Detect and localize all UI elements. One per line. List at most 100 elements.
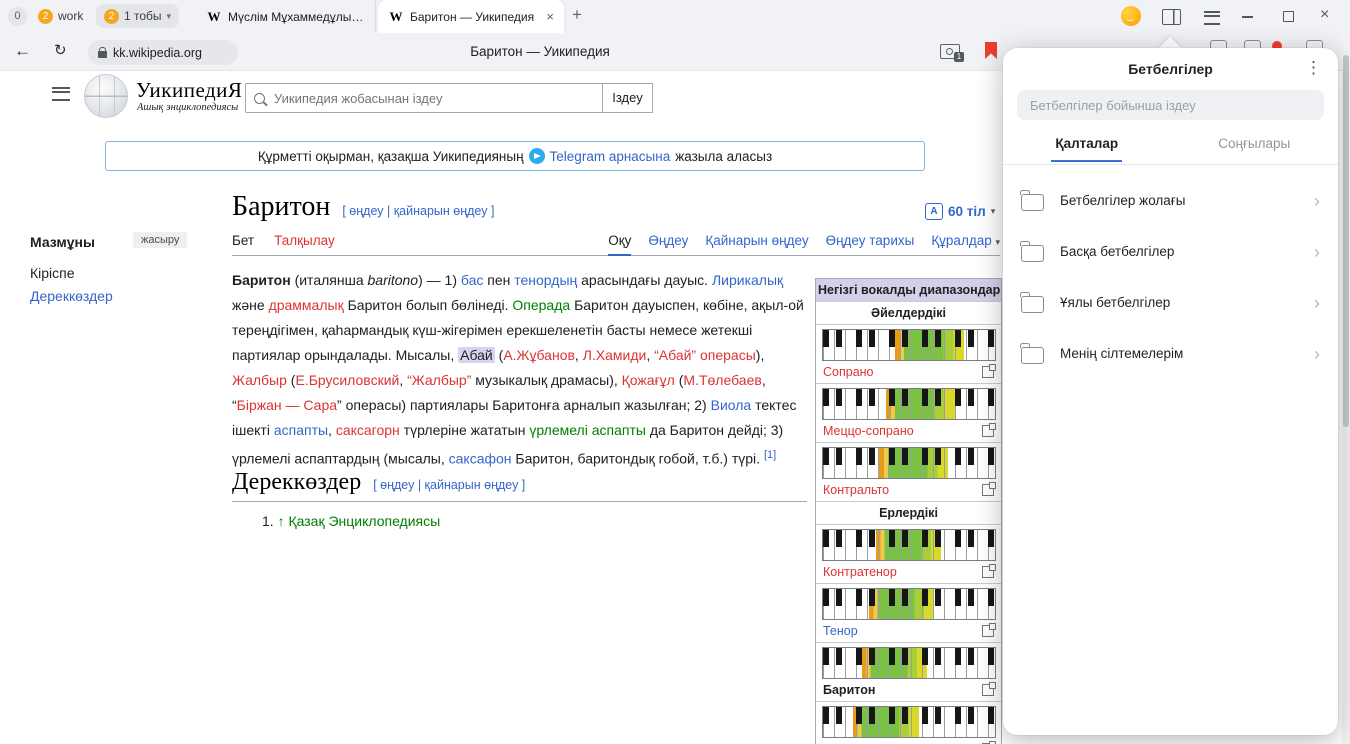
article-tab-бет[interactable]: Бет (232, 230, 254, 252)
voice-link[interactable]: Меццо-сопрано (823, 424, 914, 438)
section-edit-links[interactable]: [ өңдеу | қайнарын өңдеу ] (373, 478, 525, 492)
wiki-link[interactable]: М.Төлебаев (683, 372, 761, 388)
folder-row[interactable]: Менің сілтемелерім› (1003, 328, 1338, 379)
wiki-link[interactable]: [1] (764, 449, 776, 461)
enlarge-icon[interactable] (982, 566, 994, 578)
tab-group-zero[interactable]: 0 (8, 7, 27, 26)
piano-range-image[interactable] (822, 447, 996, 479)
reference-link[interactable]: Қазақ Энциклопедиясы (288, 513, 440, 529)
side-panels-icon[interactable] (1162, 9, 1181, 25)
wiki-link[interactable]: Жалбыр (232, 372, 287, 388)
black-keys (823, 530, 995, 547)
language-selector-button[interactable]: A 60 тіл ▾ (925, 203, 995, 220)
article-tab-өңдеу-тарихы[interactable]: Өңдеу тарихы (826, 230, 915, 256)
wiki-link[interactable]: Е.Брусиловский (295, 372, 399, 388)
enlarge-icon[interactable] (982, 425, 994, 437)
reload-icon[interactable]: ↻ (54, 41, 67, 59)
piano-range-image[interactable] (822, 647, 996, 679)
banner-text: Құрметті оқырман, қазақша Уикипедияның (258, 149, 524, 164)
piano-range-image[interactable] (822, 529, 996, 561)
window-maximize-button[interactable] (1283, 11, 1294, 22)
screenshot-icon[interactable]: 1 (940, 44, 960, 59)
wiki-link[interactable]: тенордың (514, 272, 577, 288)
tab-muslim[interactable]: W Мүслім Мұхаммедұлы Ма (196, 0, 376, 33)
window-minimize-button[interactable] (1242, 16, 1253, 18)
text-run: , (399, 372, 407, 388)
folder-row[interactable]: Басқа бетбелгілер› (1003, 226, 1338, 277)
toc-hide-button[interactable]: жасыру (133, 232, 187, 248)
wiki-link[interactable]: “Абай” операсы (654, 347, 756, 363)
wiki-link[interactable]: саксагорн (336, 422, 400, 438)
back-icon[interactable]: ← (14, 41, 31, 61)
wiki-link[interactable]: үрлемелі аспапты (529, 422, 646, 438)
piano-range-image[interactable] (822, 388, 996, 420)
wiki-link[interactable]: Лирикалық (712, 272, 783, 288)
toc-item-references[interactable]: Дереккөздер (30, 288, 113, 304)
piano-range-image[interactable] (822, 329, 996, 361)
voice-link[interactable]: Контратенор (823, 565, 897, 579)
voice-link[interactable]: Контральто (823, 483, 889, 497)
wiki-search-input[interactable] (272, 90, 594, 107)
wiki-link[interactable]: бас (461, 272, 483, 288)
backlink-arrow[interactable]: ↑ (278, 513, 285, 529)
article-tab-қайнарын-өңдеу[interactable]: Қайнарын өңдеу (705, 230, 808, 256)
article-tab-өңдеу[interactable]: Өңдеу (648, 230, 688, 256)
title-edit-links[interactable]: [ өңдеу | қайнарын өңдеу ] (342, 204, 494, 218)
screenshot-count-badge: 1 (954, 52, 964, 62)
voice-link[interactable]: Тенор (823, 624, 858, 638)
voice-link[interactable]: Баритон (823, 683, 875, 697)
enlarge-icon[interactable] (982, 684, 994, 696)
wiki-link[interactable]: Операда (512, 297, 570, 313)
folder-row[interactable]: Ұялы бетбелгілер› (1003, 277, 1338, 328)
wiki-menu-icon[interactable] (52, 87, 70, 101)
folder-icon (1021, 347, 1044, 364)
chevron-right-icon: › (1314, 243, 1320, 261)
enlarge-icon[interactable] (982, 366, 994, 378)
tab-group-toby[interactable]: 2 1 тобы ▾ (96, 4, 179, 28)
bookmark-flag-icon[interactable] (985, 42, 997, 59)
page-scrollbar-thumb[interactable] (1343, 55, 1349, 427)
wiki-link[interactable]: драммалық (269, 297, 344, 313)
bookmarks-search-box[interactable] (1017, 90, 1324, 120)
tab-bariton-active[interactable]: W Баритон — Уикипедия × (378, 0, 564, 33)
wiki-link[interactable]: саксафон (449, 451, 512, 467)
new-tab-button[interactable]: + (572, 5, 582, 25)
text-run: ) — 1) (418, 272, 461, 288)
assistant-icon[interactable] (1121, 6, 1141, 26)
address-bar[interactable]: kk.wikipedia.org (88, 40, 238, 65)
enlarge-icon[interactable] (982, 484, 994, 496)
close-tab-icon[interactable]: × (546, 9, 554, 24)
wiki-link[interactable]: Біржан — Сара (237, 397, 337, 413)
voice-range-cell: Сопрано (816, 324, 1001, 383)
tab-recent[interactable]: Соңғылары (1171, 130, 1339, 164)
article-tab-талқылау[interactable]: Талқылау (274, 230, 335, 252)
telegram-link[interactable]: Telegram арнасына (550, 149, 671, 164)
enlarge-icon[interactable] (982, 625, 994, 637)
wiki-link[interactable]: А.Жұбанов (503, 347, 575, 363)
browser-menu-icon[interactable] (1204, 11, 1220, 25)
bookmarks-search-input[interactable] (1028, 97, 1313, 114)
wiki-link[interactable]: аспапты (274, 422, 328, 438)
tab-folders[interactable]: Қалталар (1003, 130, 1171, 164)
wiki-link[interactable]: “Жалбыр” (407, 372, 471, 388)
toc-item-intro[interactable]: Кіріспе (30, 265, 75, 281)
wiki-search-button[interactable]: Іздеу (602, 83, 653, 113)
article-tab-оқу[interactable]: Оқу (608, 230, 631, 256)
piano-range-image[interactable] (822, 706, 996, 738)
folder-icon (1021, 194, 1044, 211)
language-count-label: 60 тіл (948, 204, 986, 219)
folder-row[interactable]: Бетбелгілер жолағы› (1003, 175, 1338, 226)
wiki-search-box[interactable] (245, 83, 603, 113)
wiki-link[interactable]: Виола (711, 397, 752, 413)
article-tab-құралдар[interactable]: Құралдар ▾ (931, 230, 1000, 256)
wikipedia-globe-logo[interactable] (84, 74, 128, 118)
piano-range-image[interactable] (822, 588, 996, 620)
wiki-link[interactable]: Л.Хамиди (583, 347, 647, 363)
wiki-link[interactable]: Абай (458, 347, 495, 363)
wikipedia-wordmark[interactable]: УикипедиЯ (136, 78, 242, 103)
window-close-button[interactable]: × (1320, 6, 1329, 24)
tab-group-work[interactable]: 2 work (30, 4, 91, 28)
wiki-link[interactable]: Қожағұл (622, 372, 675, 388)
panel-menu-dots-icon[interactable]: ⋮ (1305, 58, 1322, 78)
voice-link[interactable]: Сопрано (823, 365, 874, 379)
